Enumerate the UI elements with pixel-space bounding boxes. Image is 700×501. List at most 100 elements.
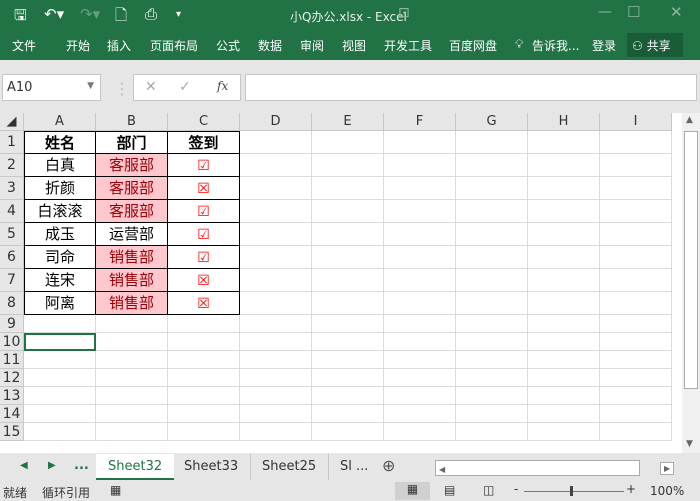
column-header[interactable]: C xyxy=(168,113,240,131)
cell[interactable] xyxy=(312,246,384,269)
cell[interactable] xyxy=(96,405,168,423)
column-header[interactable]: F xyxy=(384,113,456,131)
next-sheet-icon[interactable]: ▶ xyxy=(48,460,56,471)
normal-view-icon[interactable]: ▦ xyxy=(395,482,430,500)
cell[interactable] xyxy=(384,387,456,405)
zoom-slider-thumb[interactable] xyxy=(570,486,573,496)
cell[interactable] xyxy=(600,315,672,333)
cell[interactable] xyxy=(240,269,312,292)
cell[interactable] xyxy=(96,369,168,387)
cell[interactable] xyxy=(528,154,600,177)
row-header[interactable]: 1 xyxy=(0,131,24,154)
cell[interactable] xyxy=(456,246,528,269)
cell[interactable] xyxy=(240,315,312,333)
cancel-icon[interactable]: ✕ xyxy=(145,79,157,95)
zoom-level[interactable]: 100% xyxy=(650,484,684,498)
select-all-corner[interactable]: ◢ xyxy=(0,113,24,131)
cell[interactable] xyxy=(168,387,240,405)
scroll-thumb[interactable] xyxy=(684,131,698,389)
column-header[interactable]: A xyxy=(24,113,96,131)
cell[interactable] xyxy=(600,333,672,351)
cell[interactable] xyxy=(240,292,312,315)
cell[interactable] xyxy=(528,200,600,223)
cell[interactable] xyxy=(312,177,384,200)
cell[interactable] xyxy=(528,315,600,333)
zoom-slider[interactable] xyxy=(524,491,624,492)
cell[interactable] xyxy=(528,405,600,423)
cell[interactable] xyxy=(384,223,456,246)
cell[interactable] xyxy=(96,333,168,351)
row-header[interactable]: 15 xyxy=(0,423,24,441)
cell[interactable] xyxy=(240,177,312,200)
cell[interactable] xyxy=(384,177,456,200)
cell[interactable] xyxy=(600,369,672,387)
cell[interactable] xyxy=(384,351,456,369)
cell[interactable] xyxy=(456,405,528,423)
cell[interactable] xyxy=(600,200,672,223)
enter-icon[interactable]: ✓ xyxy=(179,79,191,95)
column-header[interactable]: I xyxy=(600,113,672,131)
row-header[interactable]: 6 xyxy=(0,246,24,269)
cell[interactable] xyxy=(384,333,456,351)
cell[interactable] xyxy=(600,423,672,441)
new-file-icon[interactable]: 🗋 xyxy=(115,5,127,30)
name-cell[interactable]: 白滚滚 xyxy=(24,200,96,223)
page-layout-view-icon[interactable]: ▤ xyxy=(444,483,455,497)
worksheet-grid[interactable]: ◢ A B C D E F G H I 1 姓名 部门 签到 2 白真 客服部 ☑ 3 折颜 客服部 ☒ 4 白滚滚 客服部 ☑ 5… xyxy=(0,113,682,453)
checkin-cell[interactable]: ☑ xyxy=(168,246,240,269)
cell[interactable] xyxy=(240,369,312,387)
checkin-cell[interactable]: ☑ xyxy=(168,223,240,246)
cell[interactable] xyxy=(240,246,312,269)
cell[interactable] xyxy=(528,333,600,351)
cell[interactable] xyxy=(456,387,528,405)
cell[interactable] xyxy=(456,333,528,351)
row-header[interactable]: 10 xyxy=(0,333,24,351)
cell[interactable] xyxy=(384,200,456,223)
row-header[interactable]: 7 xyxy=(0,269,24,292)
tab-insert[interactable]: 插入 xyxy=(107,37,131,54)
column-header[interactable]: D xyxy=(240,113,312,131)
checkbox-crossed-icon[interactable]: ☒ xyxy=(197,296,210,312)
cell[interactable] xyxy=(384,269,456,292)
dept-cell[interactable]: 客服部 xyxy=(96,200,168,223)
scroll-down-icon[interactable]: ▼ xyxy=(686,439,693,449)
customize-qat-icon[interactable]: ▾ xyxy=(176,9,181,20)
redo-icon[interactable]: ↷▾ xyxy=(80,5,100,23)
cell[interactable] xyxy=(24,387,96,405)
row-header[interactable]: 11 xyxy=(0,351,24,369)
cell[interactable] xyxy=(96,423,168,441)
ribbon-display-icon[interactable]: ⊡ xyxy=(398,5,410,21)
cell[interactable] xyxy=(312,369,384,387)
cell[interactable] xyxy=(312,292,384,315)
cell[interactable] xyxy=(168,333,240,351)
cell[interactable] xyxy=(168,405,240,423)
cell[interactable] xyxy=(528,269,600,292)
cell[interactable] xyxy=(24,369,96,387)
close-icon[interactable]: ✕ xyxy=(670,3,683,21)
cell[interactable] xyxy=(312,405,384,423)
cell[interactable] xyxy=(528,369,600,387)
checkin-cell[interactable]: ☑ xyxy=(168,200,240,223)
cell[interactable] xyxy=(312,131,384,154)
cell[interactable] xyxy=(600,154,672,177)
cell[interactable] xyxy=(24,405,96,423)
checkbox-crossed-icon[interactable]: ☒ xyxy=(197,273,210,289)
tab-developer[interactable]: 开发工具 xyxy=(384,37,432,54)
cell[interactable] xyxy=(600,292,672,315)
checkbox-checked-icon[interactable]: ☑ xyxy=(197,158,210,174)
cell[interactable] xyxy=(600,177,672,200)
scroll-right-icon[interactable]: ▶ xyxy=(660,462,675,475)
checkbox-checked-icon[interactable]: ☑ xyxy=(197,250,210,266)
cell[interactable] xyxy=(168,423,240,441)
cell[interactable] xyxy=(528,351,600,369)
cell[interactable] xyxy=(456,223,528,246)
cell[interactable] xyxy=(528,387,600,405)
cell[interactable] xyxy=(384,369,456,387)
chevron-down-icon[interactable]: ▼ xyxy=(87,81,94,91)
tab-home[interactable]: 开始 xyxy=(66,37,90,54)
cell[interactable] xyxy=(312,200,384,223)
row-header[interactable]: 2 xyxy=(0,154,24,177)
tab-page-layout[interactable]: 页面布局 xyxy=(150,37,198,54)
row-header[interactable]: 8 xyxy=(0,292,24,315)
maximize-icon[interactable]: ☐ xyxy=(627,3,640,21)
